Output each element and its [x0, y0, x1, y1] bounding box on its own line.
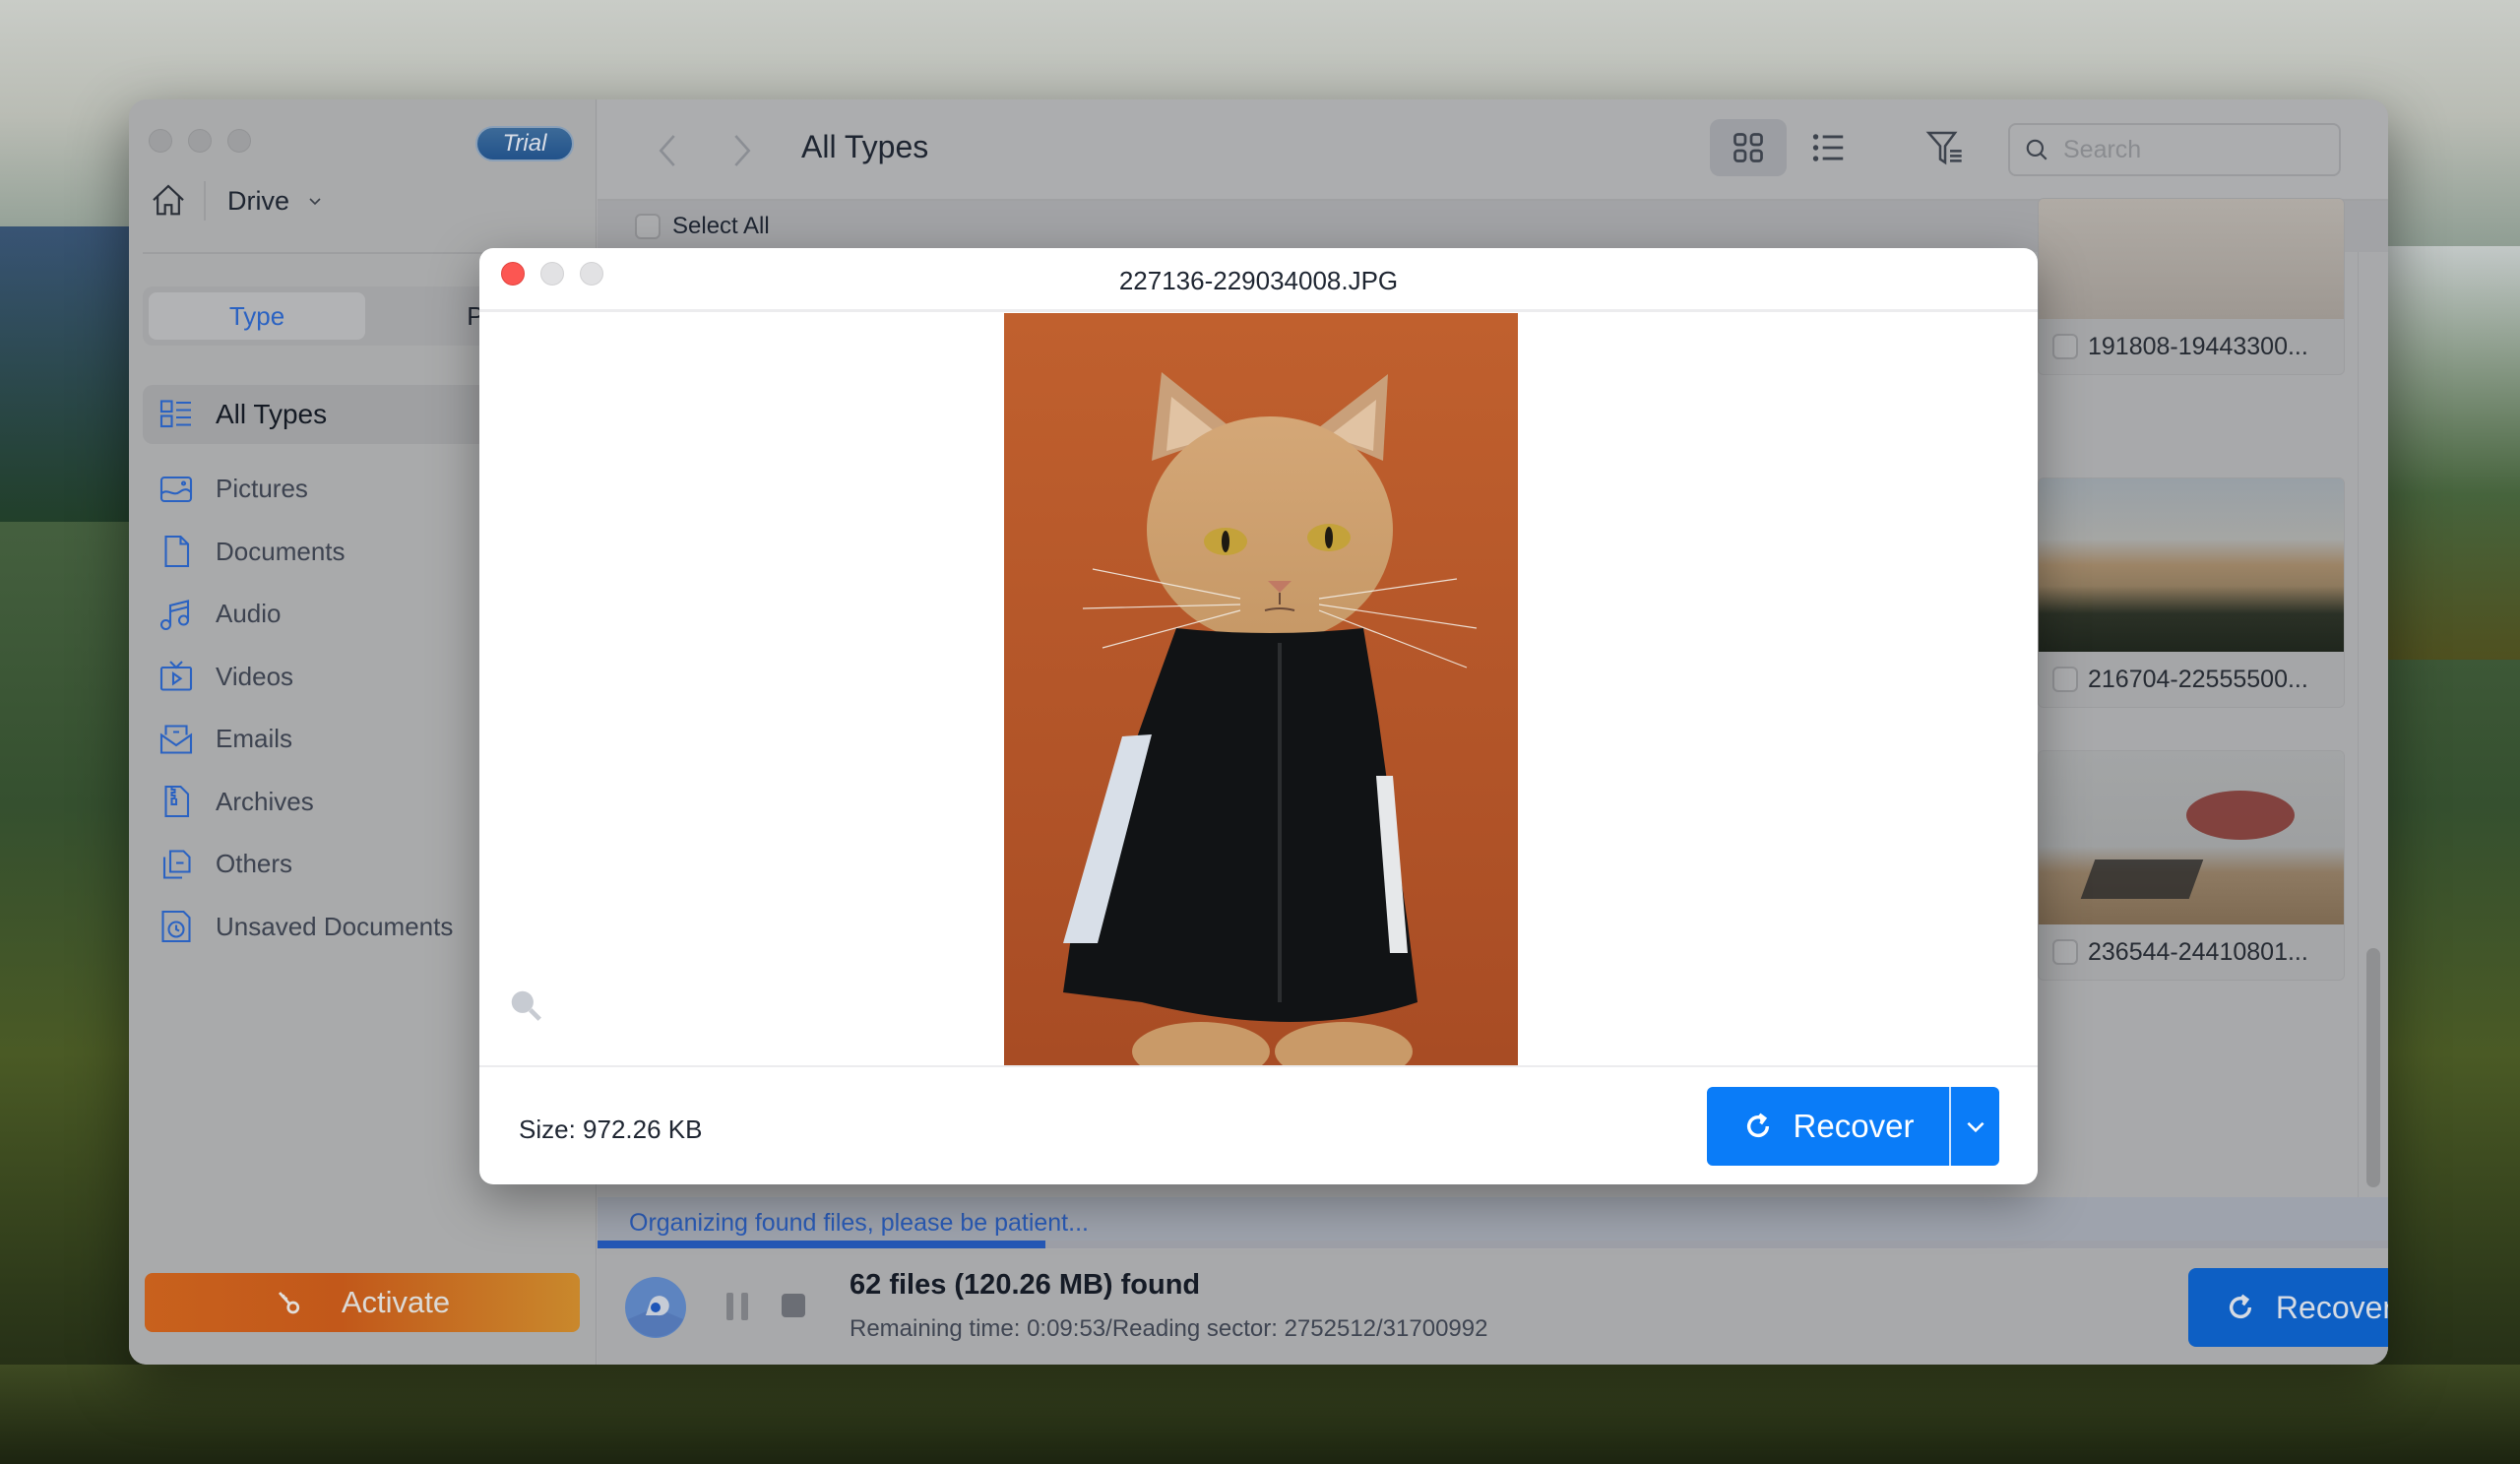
- preview-modal: 227136-229034008.JPG Size: 972.26 KB Rec…: [479, 248, 2038, 1184]
- sidebar-item-label: Archives: [216, 786, 314, 816]
- sidebar-item-label: Videos: [216, 661, 294, 691]
- forward-icon[interactable]: [727, 131, 757, 170]
- scan-icon: [625, 1277, 686, 1338]
- list-icon: [1812, 134, 1844, 161]
- document-icon: [164, 536, 190, 568]
- unsaved-document-icon: [161, 911, 191, 943]
- activate-button[interactable]: Activate: [145, 1273, 580, 1332]
- remaining-time: Remaining time: 0:09:53/Reading sector: …: [850, 1315, 1488, 1342]
- search-icon: [2026, 139, 2048, 160]
- file-card[interactable]: 236544-24410801...: [2038, 750, 2345, 981]
- recover-label: Recover: [2275, 1289, 2388, 1325]
- chevron-down-icon: [1966, 1121, 1984, 1133]
- recover-button-body[interactable]: Recover: [1707, 1087, 1949, 1166]
- recover-icon: [2229, 1294, 2251, 1319]
- image-preview: [1004, 313, 1518, 1065]
- file-name: 216704-22555500...: [2088, 665, 2308, 693]
- page-title: All Types: [801, 129, 929, 164]
- recover-button-body[interactable]: Recover: [2188, 1268, 2388, 1347]
- modal-title: 227136-229034008.JPG: [1118, 266, 1399, 295]
- picture-icon: [159, 476, 193, 502]
- filter-button[interactable]: [1917, 119, 1974, 176]
- drive-label: Drive: [227, 185, 290, 216]
- divider: [479, 309, 2038, 312]
- chevron-down-icon: [309, 198, 321, 206]
- sidebar-item-label: Audio: [216, 599, 282, 629]
- wallpaper-left: [0, 226, 138, 522]
- select-all-checkbox[interactable]: [635, 214, 661, 239]
- others-icon: [162, 850, 191, 879]
- recover-dropdown[interactable]: [1951, 1087, 1999, 1166]
- recover-label: Recover: [1793, 1108, 1915, 1144]
- status-message: Organizing found files, please be patien…: [629, 1209, 1089, 1237]
- file-card[interactable]: 216704-22555500...: [2038, 477, 2345, 708]
- key-icon: [278, 1292, 299, 1314]
- divider: [204, 181, 206, 221]
- trial-badge[interactable]: Trial: [475, 126, 574, 161]
- file-caption: 191808-19443300...: [2039, 319, 2344, 374]
- music-note-icon: [159, 599, 190, 630]
- file-thumbnail: [2039, 199, 2344, 319]
- file-name: 236544-24410801...: [2088, 937, 2308, 966]
- list-view-button[interactable]: [1800, 119, 1858, 176]
- cat-photo: [1004, 313, 1518, 1065]
- status-bar: Organizing found files, please be patien…: [598, 1197, 2388, 1246]
- search-field[interactable]: [2008, 123, 2341, 176]
- sidebar-item-label: All Types: [216, 399, 328, 429]
- sidebar-item-label: Others: [216, 849, 293, 879]
- file-caption: 236544-24410801...: [2039, 924, 2344, 980]
- home-icon[interactable]: [149, 181, 188, 221]
- files-found: 62 files (120.26 MB) found: [850, 1269, 1201, 1301]
- wallpaper-bottom: [0, 1365, 2520, 1464]
- file-checkbox[interactable]: [2052, 667, 2078, 692]
- file-caption: 216704-22555500...: [2039, 652, 2344, 707]
- progress-fill: [598, 1241, 1045, 1248]
- sidebar-item-label: Unsaved Documents: [216, 911, 454, 941]
- back-icon[interactable]: [653, 131, 682, 170]
- video-icon: [159, 661, 193, 691]
- close-button[interactable]: [149, 129, 172, 153]
- tab-type[interactable]: Type: [149, 292, 365, 340]
- zoom-button[interactable]: [227, 129, 251, 153]
- toolbar: All Types: [598, 99, 2388, 201]
- activate-label: Activate: [341, 1285, 451, 1319]
- grid-icon: [1733, 133, 1763, 162]
- file-card[interactable]: 191808-19443300...: [2038, 198, 2345, 375]
- filter-icon: [1925, 131, 1962, 165]
- all-types-icon: [159, 400, 191, 428]
- file-checkbox[interactable]: [2052, 939, 2078, 965]
- search-input[interactable]: [2063, 135, 2319, 164]
- modal-recover-button[interactable]: Recover: [1707, 1087, 1999, 1166]
- drive-selector[interactable]: Drive: [149, 176, 323, 225]
- sidebar-item-label: Documents: [216, 536, 346, 566]
- progress-bar: [598, 1241, 2388, 1248]
- minimize-button[interactable]: [188, 129, 212, 153]
- file-checkbox[interactable]: [2052, 334, 2078, 359]
- file-thumbnail: [2039, 478, 2344, 652]
- scan-panel: 62 files (120.26 MB) found Remaining tim…: [598, 1249, 2388, 1365]
- window-controls: [149, 129, 251, 153]
- file-size: Size: 972.26 KB: [519, 1114, 703, 1144]
- select-all-label[interactable]: Select All: [672, 213, 770, 240]
- recover-icon: [1746, 1113, 1769, 1138]
- zoom-in-icon[interactable]: [507, 987, 544, 1024]
- email-icon: [159, 725, 193, 754]
- archive-icon: [164, 786, 190, 818]
- divider: [479, 1065, 2038, 1067]
- pause-button[interactable]: [724, 1291, 751, 1322]
- wallpaper-right: [2382, 246, 2520, 660]
- recover-button[interactable]: Recover: [2188, 1268, 2388, 1347]
- file-name: 191808-19443300...: [2088, 332, 2308, 360]
- scrollbar-thumb[interactable]: [2366, 948, 2380, 1187]
- stop-button[interactable]: [781, 1293, 806, 1318]
- sidebar-item-label: Emails: [216, 724, 293, 754]
- file-thumbnail: [2039, 751, 2344, 924]
- sidebar-item-label: Pictures: [216, 474, 308, 504]
- grid-view-button[interactable]: [1710, 119, 1787, 176]
